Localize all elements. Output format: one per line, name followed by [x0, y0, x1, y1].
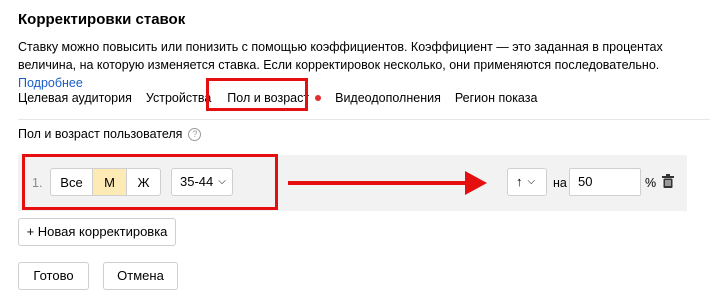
add-adjustment-button[interactable]: + Новая корректировка [18, 218, 176, 246]
tab-region[interactable]: Регион показа [455, 91, 538, 105]
red-arrow-shaft [288, 181, 466, 185]
na-label: на [553, 176, 567, 190]
tab-dot-indicator [315, 95, 322, 101]
done-button[interactable]: Готово [18, 262, 89, 290]
adjustment-value-input[interactable]: 50 [569, 168, 641, 196]
description-text: Ставку можно повысить или понизить с пом… [18, 40, 663, 72]
tab-devices[interactable]: Устройства [146, 91, 211, 105]
tabs-divider [18, 119, 710, 120]
dialog-description: Ставку можно повысить или понизить с пом… [18, 38, 698, 92]
more-link[interactable]: Подробнее [18, 76, 83, 90]
chevron-down-icon: ⌵ [527, 176, 536, 187]
cancel-button[interactable]: Отмена [103, 262, 178, 290]
red-arrow-head-icon [465, 171, 487, 195]
section-title: Пол и возраст пользователя ? [18, 127, 202, 141]
trash-icon[interactable] [662, 174, 674, 188]
tab-target-audience[interactable]: Целевая аудитория [18, 91, 132, 105]
highlight-row-box [22, 154, 278, 210]
highlight-tab-box [206, 78, 308, 111]
direction-dropdown[interactable]: ↑ ⌵ [507, 168, 547, 196]
help-icon[interactable]: ? [188, 127, 202, 141]
percent-label: % [645, 176, 657, 190]
section-title-text: Пол и возраст пользователя [18, 127, 183, 141]
arrow-up-icon: ↑ [516, 174, 523, 189]
dialog-title: Корректировки ставок [18, 11, 186, 28]
tab-video[interactable]: Видеодополнения [335, 91, 441, 105]
